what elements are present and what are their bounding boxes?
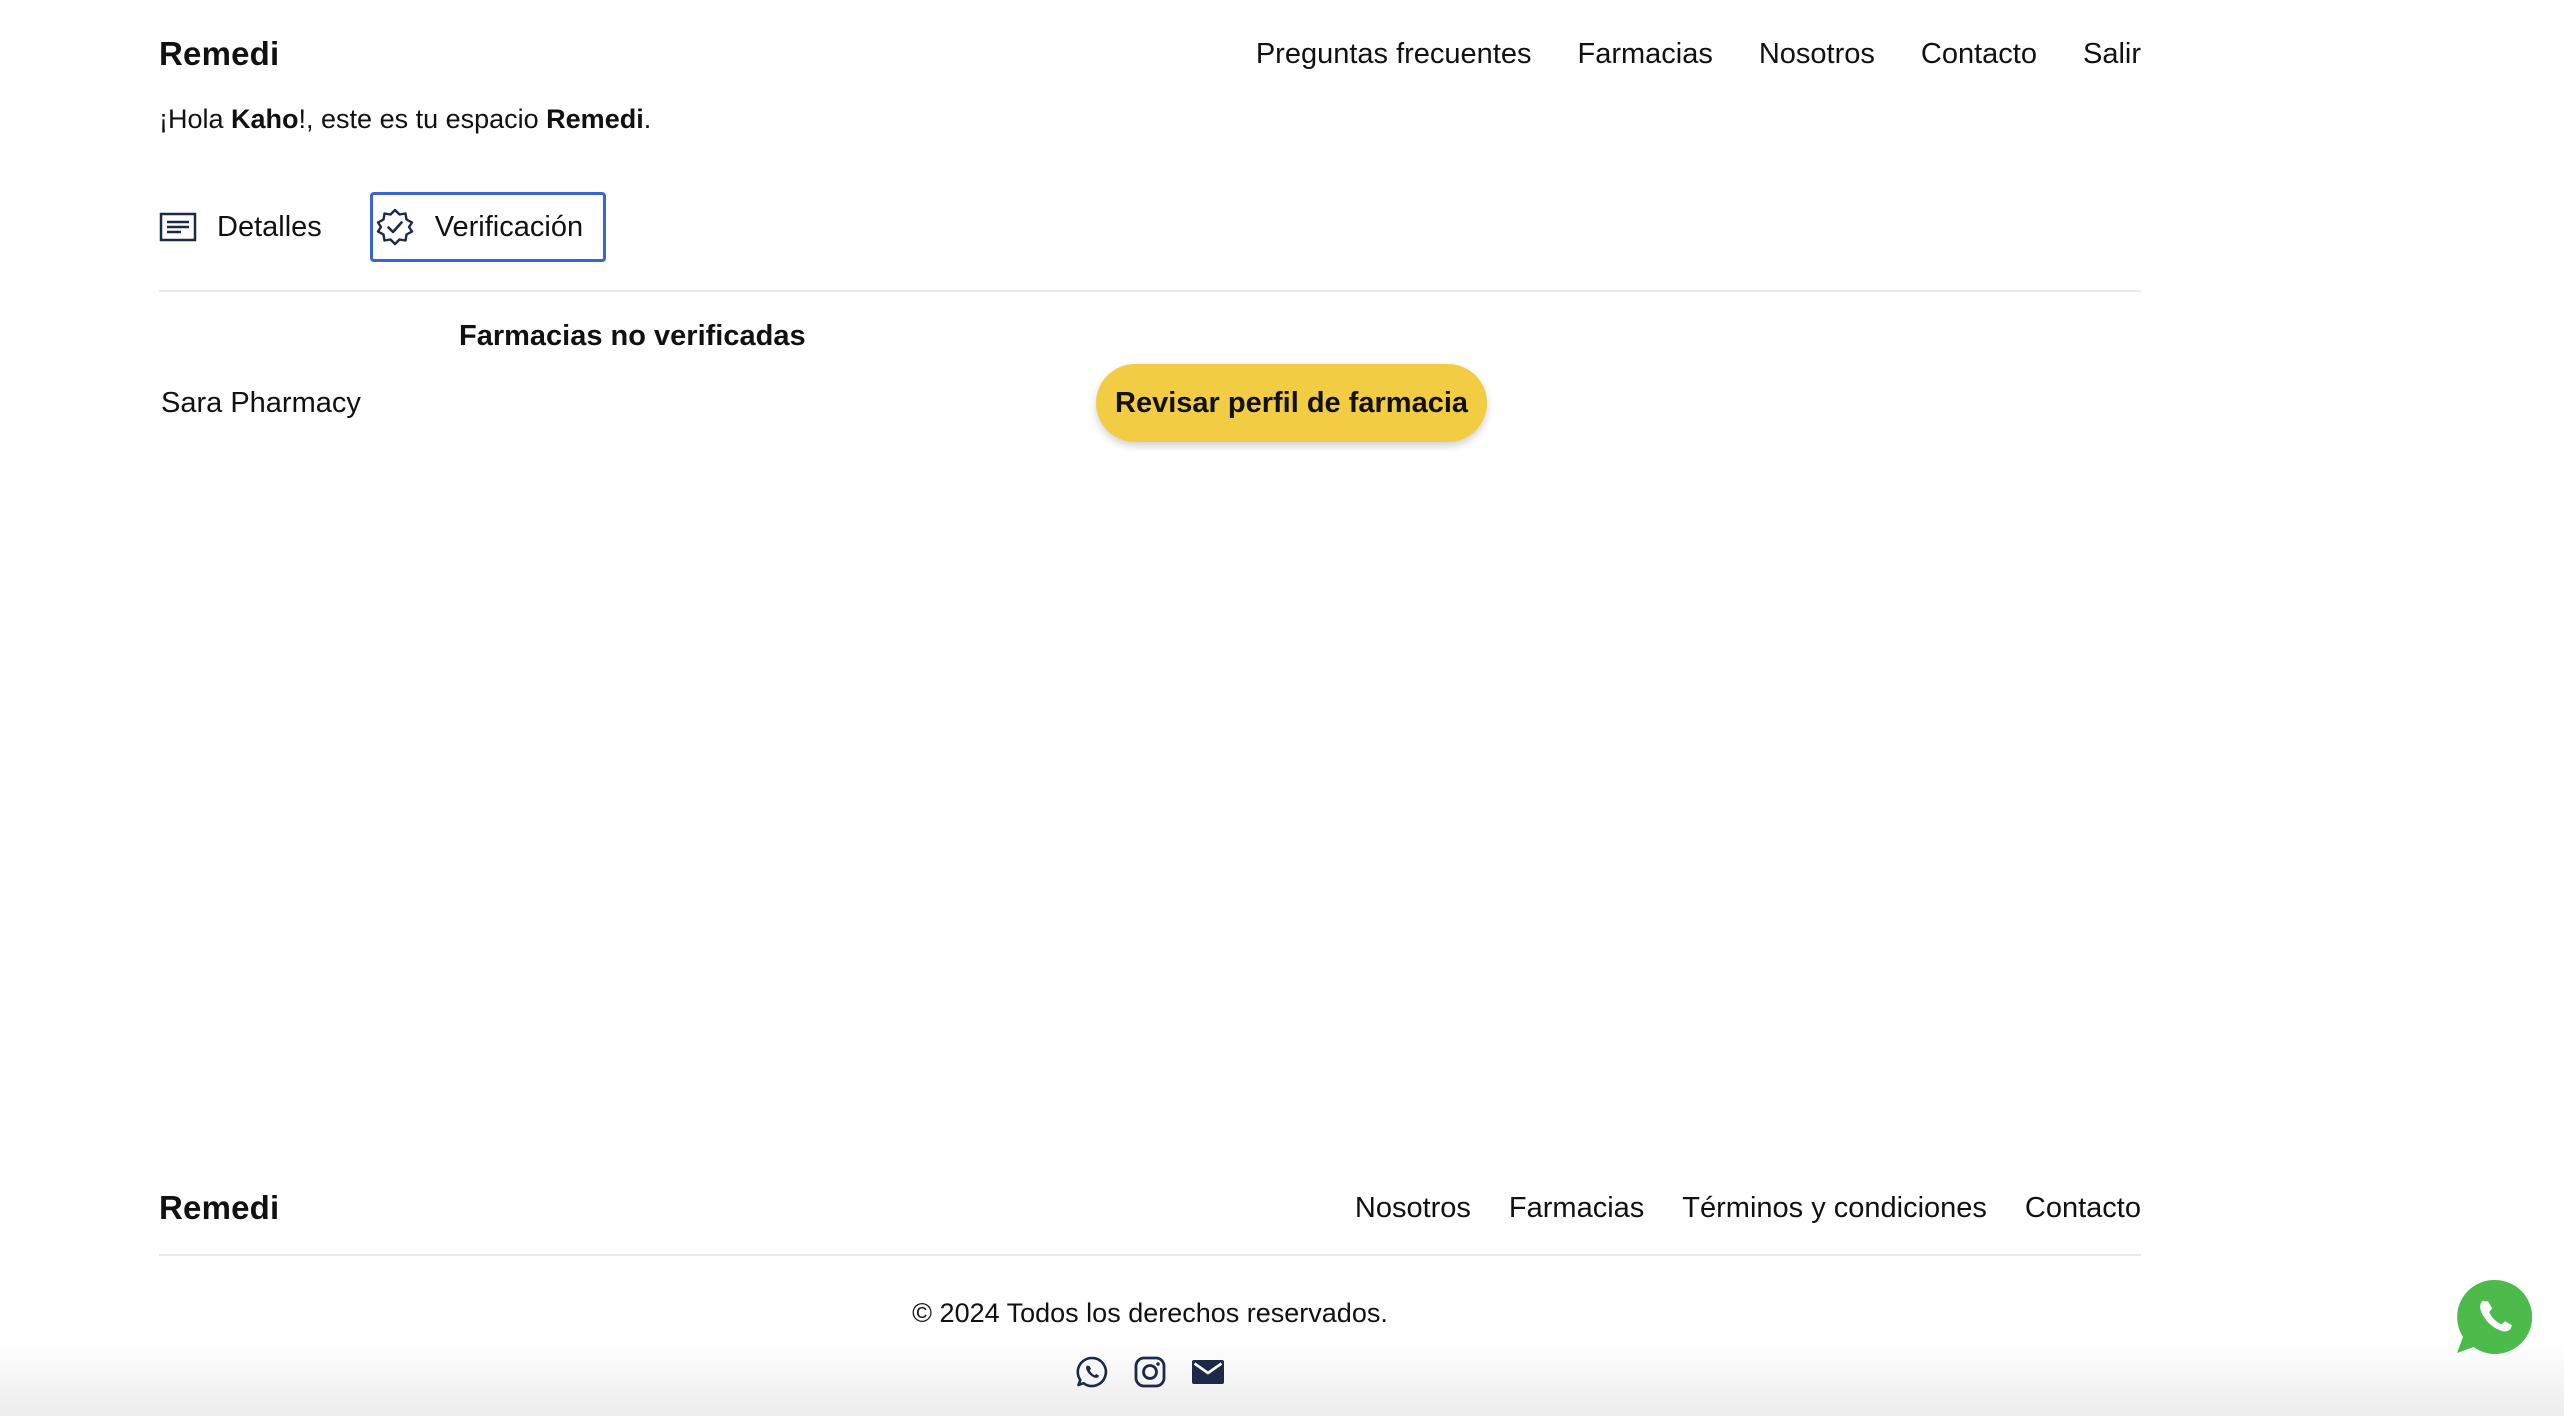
nav-link-logout[interactable]: Salir (2083, 38, 2141, 71)
pharmacy-name: Sara Pharmacy (161, 386, 361, 419)
footer-link-contact[interactable]: Contacto (2025, 1192, 2141, 1225)
nav-link-about[interactable]: Nosotros (1759, 38, 1875, 71)
instagram-icon[interactable] (1132, 1354, 1168, 1390)
greeting-middle: !, este es tu espacio (298, 104, 547, 134)
review-pharmacy-profile-button[interactable]: Revisar perfil de farmacia (1096, 364, 1488, 442)
whatsapp-icon[interactable] (1074, 1354, 1110, 1390)
footer-link-pharmacies[interactable]: Farmacias (1509, 1192, 1644, 1225)
unverified-pharmacies-title: Farmacias no verificadas (459, 320, 806, 352)
tab-details[interactable]: Detalles (159, 192, 340, 262)
copyright: © 2024 Todos los derechos reservados. (912, 1298, 1388, 1328)
user-name: Kaho (231, 104, 299, 134)
greeting-brand: Remedi (546, 104, 644, 134)
logo[interactable]: Remedi (159, 35, 279, 73)
list-item: Sara Pharmacy Revisar perfil de farmacia (159, 362, 2141, 444)
tab-verification-label: Verificación (434, 210, 584, 243)
footer-link-about[interactable]: Nosotros (1355, 1192, 1471, 1225)
greeting-prefix: ¡Hola (159, 104, 232, 134)
social-links (0, 1354, 2300, 1390)
verified-badge-icon (375, 207, 415, 247)
footer-nav: Nosotros Farmacias Términos y condicione… (1355, 1192, 2141, 1225)
greeting-suffix: . (643, 104, 652, 134)
site-footer: Remedi Nosotros Farmacias Términos y con… (159, 1180, 2141, 1236)
whatsapp-chat-button[interactable] (2454, 1277, 2536, 1359)
tab-verification[interactable]: Verificación (369, 192, 607, 262)
tabs-divider (159, 290, 2141, 292)
tab-details-label: Detalles (217, 210, 322, 243)
site-header: Remedi Preguntas frecuentes Farmacias No… (159, 28, 2141, 80)
details-icon (159, 212, 197, 242)
nav-link-pharmacies[interactable]: Farmacias (1578, 38, 1713, 71)
footer-link-terms[interactable]: Términos y condiciones (1682, 1192, 1987, 1225)
footer-logo[interactable]: Remedi (159, 1189, 279, 1227)
main-nav: Preguntas frecuentes Farmacias Nosotros … (1256, 38, 2141, 71)
tabs: Detalles Verificación (159, 190, 2141, 264)
nav-link-faq[interactable]: Preguntas frecuentes (1256, 38, 1532, 71)
whatsapp-float-icon (2457, 1279, 2533, 1354)
mail-icon[interactable] (1190, 1354, 1226, 1390)
footer-divider (159, 1254, 2141, 1256)
greeting: ¡Hola Kaho!, este es tu espacio Remedi. (159, 104, 2141, 135)
nav-link-contact[interactable]: Contacto (1921, 38, 2037, 71)
